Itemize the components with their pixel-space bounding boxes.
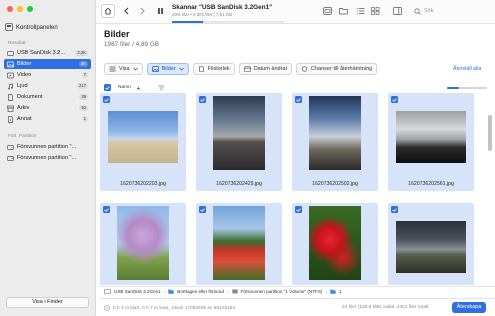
file-checkbox[interactable] [295, 206, 302, 213]
checkmark-icon [104, 207, 109, 212]
scrollbar-thumb[interactable] [488, 115, 492, 151]
folder-icon [330, 289, 336, 294]
red-tulips-thumbnail [309, 206, 361, 280]
beach-thumbnail [108, 111, 178, 163]
file-checkbox[interactable] [103, 206, 110, 213]
tulip-field-thumbnail [213, 206, 265, 280]
checkmark-icon [200, 207, 205, 212]
file-name: 1620736202502.jpg [312, 181, 358, 187]
file-checkbox[interactable] [391, 96, 398, 103]
folder-icon [168, 289, 174, 294]
status-bar: 0 h 3 m klart, 0 h 7 m kvar,. block 1709… [100, 298, 495, 316]
road-thumbnail [213, 96, 265, 170]
path-separator-icon: › [227, 289, 229, 294]
file-checkbox[interactable] [103, 96, 110, 103]
file-tile[interactable] [196, 203, 282, 285]
path-item[interactable]: 1 [339, 289, 342, 294]
clock-icon [104, 305, 110, 311]
file-tile[interactable]: 1620736202561.jpg [388, 93, 474, 191]
file-name: 1620736202429.jpg [216, 181, 262, 187]
partition-icon [231, 289, 238, 294]
checkmark-icon [296, 97, 301, 102]
sunset-car-thumbnail [396, 111, 466, 163]
scrollbar[interactable] [488, 95, 492, 255]
checkmark-icon [392, 97, 397, 102]
checkmark-icon [104, 97, 109, 102]
cloudy-sky-thumbnail [309, 96, 361, 170]
path-item[interactable]: USB SanDisk 3.2Gen1 [114, 289, 161, 294]
scan-time-status: 0 h 3 m klart, 0 h 7 m kvar,. block 1709… [104, 305, 235, 311]
checkmark-icon [200, 97, 205, 102]
path-item[interactable]: Borttagen eller förlorad [177, 289, 224, 294]
show-in-finder-button[interactable]: Visa i Finder [6, 297, 89, 308]
dusk-field-thumbnail [396, 221, 466, 273]
file-tile[interactable]: 1620736202203.jpg [100, 93, 186, 191]
file-tile[interactable]: 1620736202502.jpg [292, 93, 378, 191]
blossom-tree-thumbnail [117, 206, 169, 280]
path-separator-icon: › [325, 289, 327, 294]
recover-button[interactable]: Återskapa [452, 302, 486, 313]
file-grid: 1620736202203.jpg 1620736202429.jpg 162073… [0, 0, 495, 285]
file-tile[interactable]: 1620736202429.jpg [196, 93, 282, 191]
path-separator-icon: › [163, 289, 166, 294]
file-checkbox[interactable] [391, 206, 398, 213]
file-checkbox[interactable] [199, 96, 206, 103]
usb-drive-icon [104, 289, 111, 294]
file-name: 1620736202203.jpg [120, 181, 166, 187]
file-checkbox[interactable] [295, 96, 302, 103]
file-tile[interactable] [388, 203, 474, 285]
file-tile[interactable] [292, 203, 378, 285]
checkmark-icon [392, 207, 397, 212]
path-item[interactable]: Försvunnen partition "1 Volume" (NTFS) [241, 289, 323, 294]
checkmark-icon [296, 207, 301, 212]
path-bar: USB SanDisk 3.2Gen1 › Borttagen eller fö… [100, 286, 495, 296]
file-checkbox[interactable] [199, 206, 206, 213]
file-tile[interactable] [100, 203, 186, 285]
selection-summary: 24 filer (126,6 MB) valda, 2301 filer to… [342, 305, 429, 310]
file-name: 1620736202561.jpg [408, 181, 454, 187]
